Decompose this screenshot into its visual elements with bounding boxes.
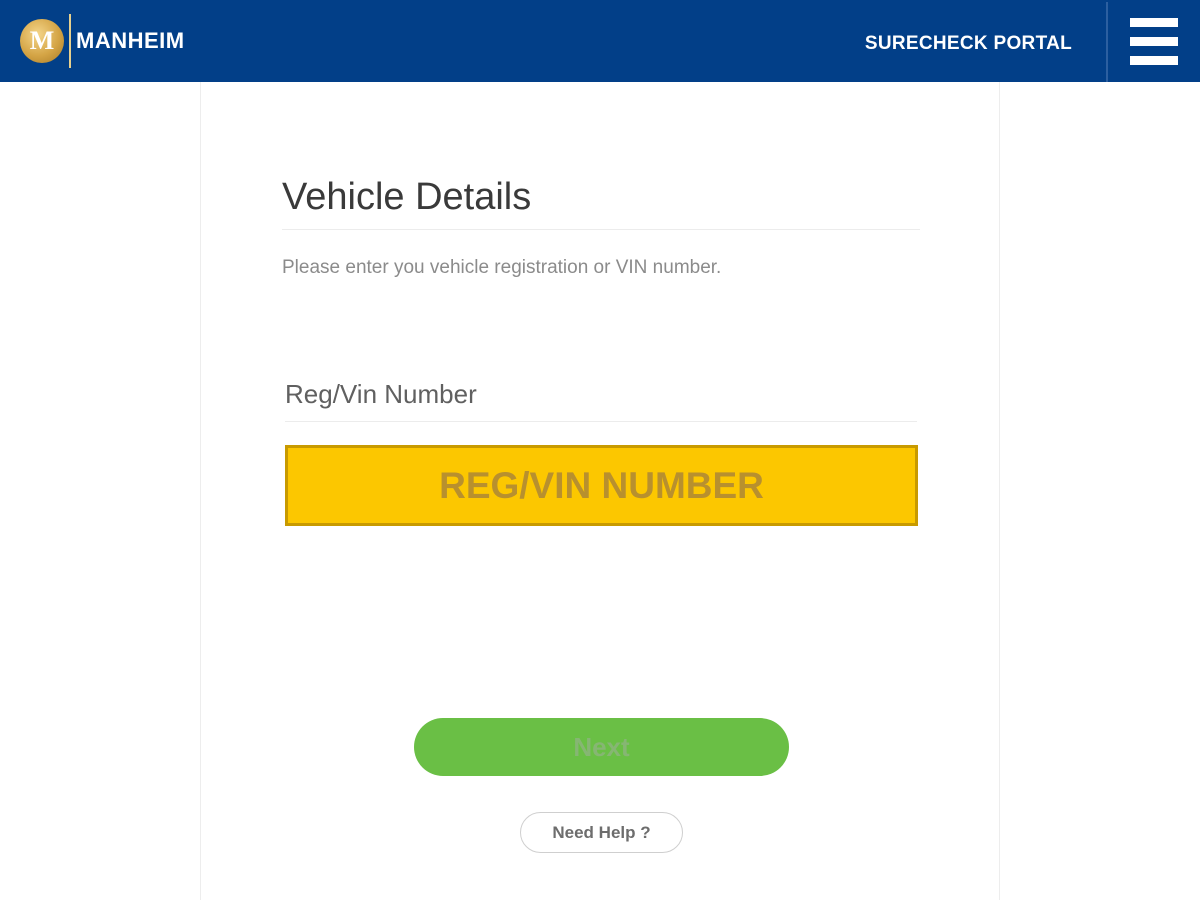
menu-bar-top	[1130, 18, 1178, 27]
manheim-logo-icon[interactable]: M	[20, 19, 64, 63]
portal-title: SURECHECK PORTAL	[864, 33, 1072, 54]
need-help-button[interactable]: Need Help ?	[520, 812, 683, 853]
vehicle-details-card: Vehicle Details Please enter you vehicle…	[200, 82, 1000, 900]
reg-vin-field-label: Reg/Vin Number	[285, 379, 477, 409]
header-divider	[1106, 2, 1108, 82]
menu-bar-bottom	[1130, 56, 1178, 65]
menu-bar-middle	[1130, 37, 1178, 46]
logo-letter: M	[29, 26, 55, 55]
page-title: Vehicle Details	[282, 176, 532, 218]
top-header-bar: M MANHEIM SURECHECK PORTAL	[0, 0, 1200, 82]
title-divider	[282, 229, 920, 230]
field-label-divider	[285, 421, 917, 422]
logo-divider	[69, 14, 71, 68]
hamburger-menu-icon[interactable]	[1128, 18, 1180, 66]
reg-vin-number-input[interactable]	[285, 445, 918, 526]
brand-name[interactable]: MANHEIM	[76, 27, 185, 55]
instructions-text: Please enter you vehicle registration or…	[282, 257, 722, 278]
next-button[interactable]: Next	[414, 718, 789, 776]
